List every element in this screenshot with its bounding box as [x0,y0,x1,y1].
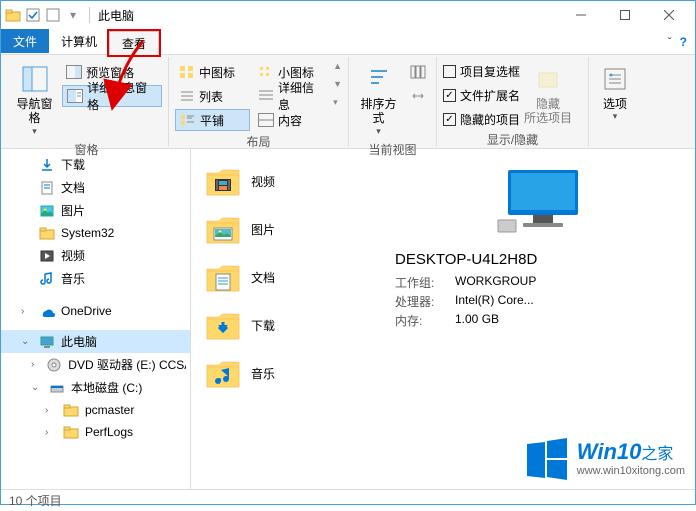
options-button[interactable]: 选项 ▾ [595,61,635,124]
details-button[interactable]: 详细信息 [254,85,329,107]
medium-icons-button[interactable]: 中图标 [175,61,250,83]
window-title: 此电脑 [98,7,134,24]
file-downloads[interactable]: 下载 [199,301,383,349]
details-icon [258,88,274,104]
content-button[interactable]: 内容 [254,109,329,131]
videos-icon [39,248,55,264]
tiles-button[interactable]: 平铺 [175,109,250,131]
hide-selected-button[interactable]: 隐藏 所选项目 [524,61,572,128]
size-columns-button[interactable] [406,85,430,107]
nav-videos[interactable]: 视频 [1,244,190,267]
content-icon [258,112,274,128]
nav-onedrive[interactable]: ›OneDrive [1,300,190,322]
list-icon [179,88,195,104]
watermark: Win10之家 www.win10xitong.com [525,436,685,480]
tab-computer[interactable]: 计算机 [49,29,109,53]
downloads-folder-icon [205,307,241,343]
document-icon [39,180,55,196]
nav-dvd[interactable]: ›DVD 驱动器 (E:) CCSA_X64 [1,353,190,376]
folder-icon [39,225,55,241]
nav-downloads[interactable]: 下载 [1,153,190,176]
pictures-icon [39,203,55,219]
nav-music[interactable]: 音乐 [1,267,190,290]
autosize-icon [410,88,426,104]
file-pictures[interactable]: 图片 [199,205,383,253]
file-videos[interactable]: 视频 [199,157,383,205]
file-documents[interactable]: 文档 [199,253,383,301]
sort-button[interactable]: 排序方式 ▾ [355,61,402,139]
nav-system32[interactable]: System32 [1,222,190,244]
details-pane-icon [67,88,83,104]
add-columns-button[interactable] [406,61,430,83]
folder-icon [63,424,79,440]
layout-expand[interactable]: ▾ [333,97,342,108]
nav-pane-button[interactable]: 导航窗格 ▾ [11,61,58,139]
nav-localc[interactable]: ⌄本地磁盘 (C:) [1,376,190,399]
computer-icon [39,334,55,350]
nav-perflogs[interactable]: ›PerfLogs [1,421,190,443]
nav-documents[interactable]: 文档 [1,176,190,199]
close-button[interactable] [647,1,691,29]
tab-file[interactable]: 文件 [1,29,49,53]
downloads-icon [39,157,55,173]
onedrive-icon [39,303,55,319]
music-folder-icon [205,355,241,391]
item-count: 10 个项目 [9,492,62,509]
windows-logo-icon [525,436,569,480]
small-icons-icon [258,64,274,80]
nav-pictures[interactable]: 图片 [1,199,190,222]
drive-icon [49,380,65,396]
nav-pane-icon [19,63,51,95]
checkbox-icon[interactable] [25,7,41,23]
preview-pane-icon [66,64,82,80]
pictures-folder-icon [205,211,241,247]
group-label-showhide: 显示/隐藏 [443,129,582,150]
sort-icon [363,63,395,95]
status-bar: 10 个项目 [1,489,695,511]
dropdown-icon[interactable] [45,7,61,23]
folder-icon [63,402,79,418]
nav-thispc[interactable]: ⌄此电脑 [1,330,190,353]
tab-view[interactable]: 查看 [109,31,159,55]
layout-scroll-up[interactable]: ▲ [333,61,342,71]
computer-name: DESKTOP-U4L2H8D [395,251,691,268]
tiles-icon [180,112,196,128]
help-icon[interactable]: ? [680,35,687,49]
folder-icon [5,7,21,23]
minimize-button[interactable] [559,1,603,29]
file-music[interactable]: 音乐 [199,349,383,397]
layout-scroll-down[interactable]: ▼ [333,79,342,89]
nav-pcmaster[interactable]: ›pcmaster [1,399,190,421]
minimize-ribbon-icon[interactable]: ˇ [668,35,672,49]
medium-icons-icon [179,64,195,80]
maximize-button[interactable] [603,1,647,29]
nav-tree[interactable]: 下载 文档 图片 System32 视频 音乐 ›OneDrive ⌄此电脑 ›… [1,149,191,489]
file-list[interactable]: 视频 图片 文档 下载 音乐 [191,149,391,489]
videos-folder-icon [205,163,241,199]
file-extensions-toggle[interactable]: ✓文件扩展名 [443,85,520,105]
options-icon [599,63,631,95]
qat-overflow-icon[interactable]: ▾ [65,7,81,23]
columns-icon [410,64,426,80]
computer-image [493,165,593,235]
disc-icon [46,357,62,373]
hide-icon [532,63,564,95]
documents-folder-icon [205,259,241,295]
details-pane-button[interactable]: 详细信息窗格 [62,85,162,107]
hidden-items-toggle[interactable]: ✓隐藏的项目 [443,109,520,129]
item-checkboxes-toggle[interactable]: 项目复选框 [443,61,520,81]
list-button[interactable]: 列表 [175,85,250,107]
music-icon [39,271,55,287]
